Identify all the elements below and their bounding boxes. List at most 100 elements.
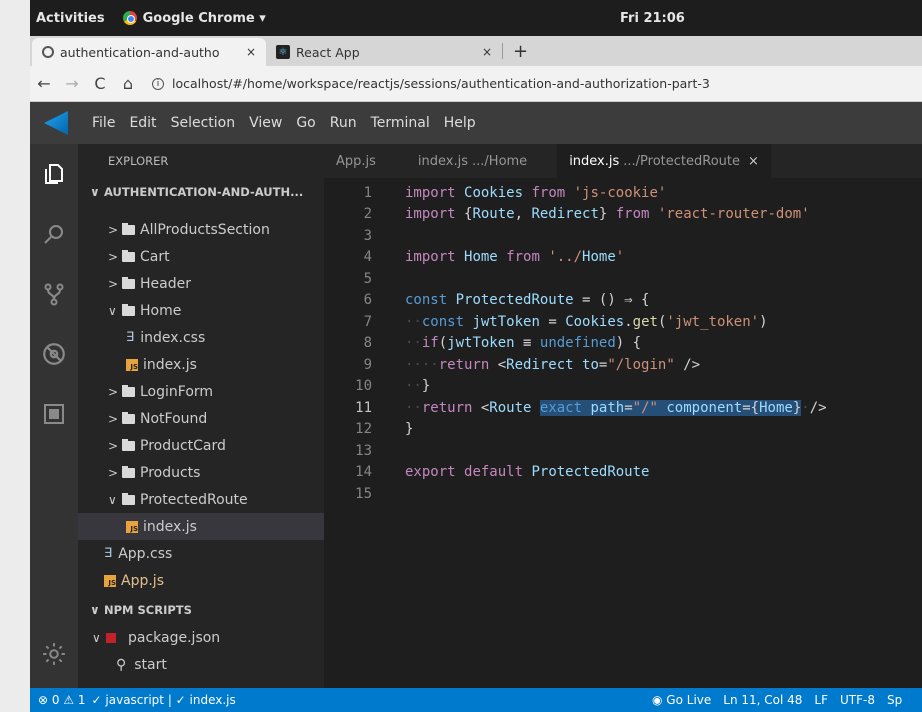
menu-view[interactable]: View: [249, 115, 282, 131]
tree-item[interactable]: JS index.js: [78, 513, 324, 540]
reload-icon[interactable]: C: [86, 74, 114, 93]
tree-item[interactable]: > NotFound: [78, 405, 324, 432]
info-icon[interactable]: i: [152, 77, 164, 90]
files-icon[interactable]: [40, 160, 68, 188]
line-number: 13: [355, 442, 372, 459]
menu-edit[interactable]: Edit: [129, 115, 156, 131]
code-line[interactable]: 7 ··const jwtToken = Cookies.get('jwt_tok…: [324, 311, 922, 333]
editor-tab-home-index[interactable]: index.js .../Home: [406, 144, 539, 178]
editor-tab-app-js[interactable]: App.js: [324, 144, 388, 178]
tree-item[interactable]: > Header: [78, 270, 324, 297]
code-line[interactable]: 2 import {Route, Redirect} from 'react-ro…: [324, 204, 922, 226]
cursor-position[interactable]: Ln 11, Col 48: [723, 693, 802, 707]
chevron-right-icon: >: [108, 276, 119, 291]
npm-icon: [106, 632, 116, 643]
css-file-icon: ∃: [126, 330, 135, 345]
browser-tab-title: React App: [296, 44, 360, 60]
settings-gear-icon[interactable]: [40, 640, 68, 668]
tree-item[interactable]: > ProductCard: [78, 432, 324, 459]
folder-icon: [122, 438, 135, 451]
debug-icon[interactable]: [40, 340, 68, 368]
code-line[interactable]: 3: [324, 225, 922, 247]
menu-file[interactable]: File: [92, 115, 115, 131]
activities-button[interactable]: Activities: [36, 11, 105, 26]
home-icon[interactable]: ⌂: [114, 74, 142, 93]
go-live-button[interactable]: ◉ Go Live: [652, 693, 711, 707]
chevron-right-icon: >: [108, 384, 119, 399]
tree-item-label: Header: [140, 275, 191, 292]
tree-item-label: LoginForm: [140, 383, 214, 400]
code-line[interactable]: 14 export default ProtectedRoute: [324, 462, 922, 484]
app-menu[interactable]: Google Chrome ▾: [122, 11, 266, 26]
project-section-header[interactable]: ∨ AUTHENTICATION-AND-AUTH...: [78, 178, 324, 206]
new-tab-button[interactable]: +: [503, 41, 538, 62]
tree-item[interactable]: ∨ ProtectedRoute: [78, 486, 324, 513]
indentation-indicator[interactable]: Sp: [887, 693, 902, 707]
code-editor[interactable]: 1 import Cookies from 'js-cookie' 2 import …: [324, 182, 922, 505]
code-line[interactable]: 4 import Home from '../Home': [324, 247, 922, 269]
tree-item[interactable]: > AllProductsSection: [78, 216, 324, 243]
tree-item[interactable]: JS App.js: [78, 567, 324, 594]
vscode-menu-bar: File Edit Selection View Go Run Terminal…: [30, 102, 922, 144]
npm-scripts-label: NPM SCRIPTS: [104, 603, 192, 617]
code-line[interactable]: 1 import Cookies from 'js-cookie': [324, 182, 922, 204]
forward-icon[interactable]: →: [58, 74, 86, 93]
line-number: 14: [355, 464, 372, 481]
tree-item[interactable]: > Products: [78, 459, 324, 486]
code-line[interactable]: 10 ··}: [324, 376, 922, 398]
tree-item[interactable]: > LoginForm: [78, 378, 324, 405]
chevron-down-icon: ∨: [108, 303, 117, 318]
menu-selection[interactable]: Selection: [171, 115, 236, 131]
encoding-indicator[interactable]: UTF-8: [840, 693, 875, 707]
language-status[interactable]: ✓ javascript | ✓ index.js: [92, 693, 236, 707]
code-line[interactable]: 5: [324, 268, 922, 290]
code-text: const ProtectedRoute = () ⇒ {: [405, 292, 650, 309]
back-icon[interactable]: ←: [30, 74, 58, 93]
npm-scripts-header[interactable]: ∨ NPM SCRIPTS: [78, 596, 324, 624]
tree-item[interactable]: ∃ App.css: [78, 540, 324, 567]
source-control-icon[interactable]: [40, 280, 68, 308]
code-line[interactable]: 6 const ProtectedRoute = () ⇒ {: [324, 290, 922, 312]
browser-tab-react-app[interactable]: ⚛ React App ×: [266, 38, 502, 66]
browser-tab-active[interactable]: authentication-and-autho ×: [32, 38, 266, 66]
close-tab-button[interactable]: ×: [482, 45, 492, 59]
file-tree: > AllProductsSection > Cart > Header ∨ Home ∃ ind…: [78, 216, 324, 594]
code-line[interactable]: 8 ··if(jwtToken ≡ undefined) {: [324, 333, 922, 355]
activity-bar: [30, 144, 78, 688]
search-icon[interactable]: [40, 220, 68, 248]
menu-run[interactable]: Run: [330, 115, 357, 131]
extensions-icon[interactable]: [40, 400, 68, 428]
close-editor-tab-button[interactable]: ×: [748, 154, 759, 169]
tree-item[interactable]: JS index.js: [78, 351, 324, 378]
tree-item-label: App.js: [121, 572, 164, 589]
editor-tab-path: .../ProtectedRoute: [623, 153, 741, 169]
go-live-label: Go Live: [666, 693, 712, 707]
editor-tab-protectedroute-index[interactable]: index.js .../ProtectedRoute ×: [557, 144, 771, 178]
npm-script-row[interactable]: ⚲ start: [78, 651, 324, 678]
tree-item[interactable]: > Cart: [78, 243, 324, 270]
code-line[interactable]: 15: [324, 483, 922, 505]
line-number: 3: [363, 227, 372, 244]
tree-item[interactable]: ∨ Home: [78, 297, 324, 324]
code-line[interactable]: 9 ····return <Redirect to="/login" />: [324, 354, 922, 376]
eol-indicator[interactable]: LF: [814, 693, 828, 707]
tree-item-label: Products: [140, 464, 201, 481]
folder-icon: [122, 465, 135, 478]
url-field[interactable]: i localhost/#/home/workspace/reactjs/ses…: [152, 76, 710, 91]
status-left: ⊗ 0 ⚠ 1 ✓ javascript | ✓ index.js: [38, 693, 236, 707]
folder-icon: [122, 492, 135, 505]
code-line[interactable]: 11 ··return <Route exact path="/" compone…: [324, 397, 922, 419]
clock[interactable]: Fri 21:06: [620, 11, 685, 26]
close-tab-button[interactable]: ×: [246, 45, 256, 59]
problems-indicator[interactable]: ⊗ 0 ⚠ 1: [38, 693, 86, 707]
code-line[interactable]: 13: [324, 440, 922, 462]
menu-terminal[interactable]: Terminal: [371, 115, 430, 131]
code-text: ··}: [405, 378, 431, 395]
chrome-icon: [122, 11, 137, 25]
menu-go[interactable]: Go: [296, 115, 315, 131]
tree-item[interactable]: ∃ index.css: [78, 324, 324, 351]
code-line[interactable]: 12}: [324, 419, 922, 441]
folder-icon: [122, 384, 135, 397]
menu-help[interactable]: Help: [444, 115, 476, 131]
npm-package-row[interactable]: ∨ package.json: [78, 624, 324, 651]
